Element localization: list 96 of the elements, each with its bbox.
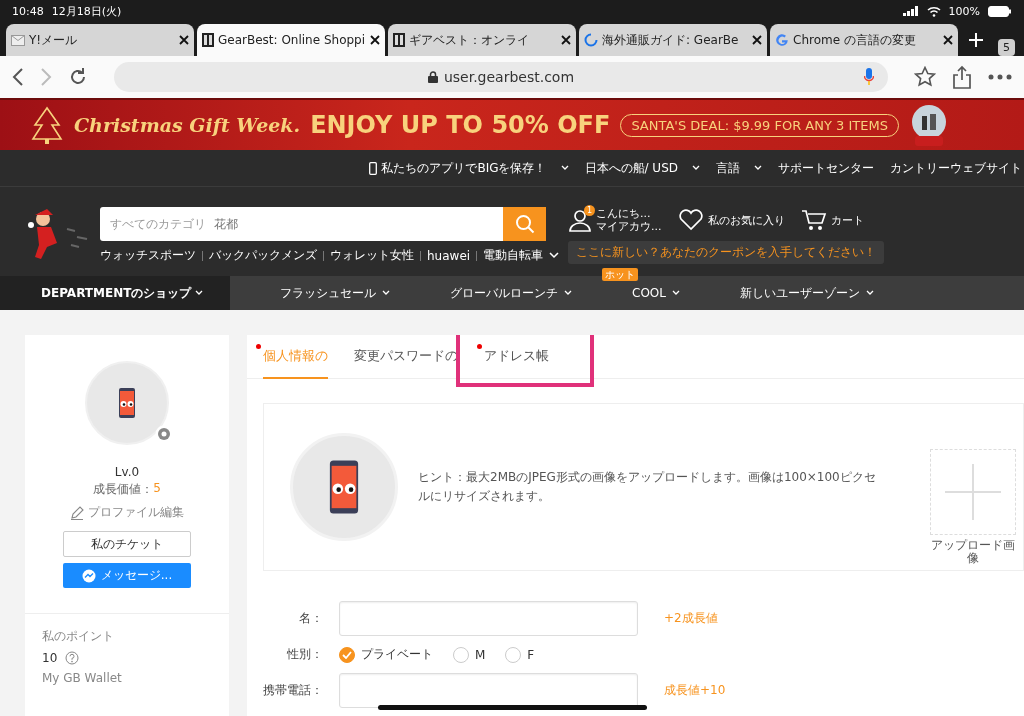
signal-icon — [902, 6, 919, 16]
back-icon[interactable] — [12, 67, 24, 87]
bonus-text: +2成長値 — [664, 610, 718, 627]
check-icon — [342, 650, 352, 659]
envelope-icon — [11, 34, 25, 46]
growth-value: 5 — [153, 481, 161, 497]
edit-profile-link[interactable]: プロファイル編集 — [70, 504, 184, 521]
coupon-link[interactable]: ここに新しい？あなたのクーポンを入手してください！ — [568, 241, 884, 264]
keyword-link[interactable]: 電動自転車 — [483, 247, 544, 264]
browser-tab[interactable]: Chrome の言語の変更 — [770, 24, 958, 56]
wishlist-link[interactable]: 私のお気に入り — [677, 209, 785, 231]
battery-icon — [988, 5, 1012, 17]
christmas-tree-icon — [30, 105, 64, 145]
address-url: user.gearbest.com — [443, 69, 575, 85]
heart-icon — [677, 209, 704, 231]
top-link[interactable]: カントリーウェブサイト — [890, 159, 1022, 177]
chevron-down-icon — [671, 290, 680, 296]
level-text: Lv.0 — [114, 465, 140, 479]
cart-icon — [800, 209, 827, 231]
account-label: マイアカウ... — [596, 220, 662, 233]
microphone-icon[interactable] — [864, 68, 874, 86]
upload-hint: ヒント：最大2MBのJPEG形式の画像をアップロードします。画像は100×100ピクセルにリサイズされます。 — [418, 469, 877, 505]
chevron-down-icon[interactable] — [549, 252, 560, 259]
close-icon[interactable] — [943, 35, 953, 45]
chevron-down-icon — [865, 290, 874, 296]
close-icon[interactable] — [179, 35, 189, 45]
more-icon[interactable] — [988, 74, 1012, 80]
banner-title: Christmas Gift Week. — [74, 114, 301, 136]
address-bar[interactable]: user.gearbest.com — [114, 62, 888, 92]
settings-icon[interactable] — [155, 425, 173, 443]
close-icon[interactable] — [561, 35, 571, 45]
site-favicon-icon — [393, 33, 405, 47]
radio-option[interactable]: M — [453, 646, 486, 663]
chevron-down-icon — [382, 290, 390, 296]
help-icon[interactable] — [65, 651, 80, 665]
radio-option[interactable]: プライベート — [339, 646, 433, 663]
tickets-button[interactable]: 私のチケット — [63, 531, 191, 557]
tab-count[interactable]: 5 — [998, 39, 1015, 56]
chevron-down-icon — [564, 290, 572, 296]
lock-icon — [427, 71, 438, 83]
browser-tab[interactable]: Y!メール — [6, 24, 194, 56]
plus-icon — [945, 464, 1001, 520]
wallet-label: My GB Wallet — [42, 671, 123, 685]
points-value: 10 — [42, 651, 58, 665]
user-icon — [568, 208, 592, 232]
nav-link[interactable]: 新しいユーザーゾーン — [739, 284, 874, 302]
field-label: 携帯電話： — [262, 682, 323, 699]
input-field[interactable] — [339, 673, 638, 708]
keyword-link[interactable]: バックパックメンズ — [209, 247, 317, 264]
google-g-icon — [775, 33, 789, 47]
wifi-icon — [926, 5, 941, 17]
share-icon[interactable] — [952, 65, 972, 89]
upload-label: アップロード画像 — [930, 539, 1016, 565]
radio-option[interactable]: F — [505, 646, 535, 663]
banner-headline: ENJOY UP TO 50% OFF — [310, 111, 611, 139]
loading-spinner-icon — [584, 33, 598, 47]
search-icon — [514, 214, 535, 234]
bonus-text: 成長値+10 — [664, 682, 726, 699]
top-link[interactable]: サポートセンター — [778, 159, 874, 177]
points-label: 私のポイント — [42, 628, 115, 645]
department-menu[interactable]: DEPARTMENTのショップ — [0, 276, 230, 310]
cart-link[interactable]: カート — [800, 209, 864, 231]
new-tab-plus-icon[interactable] — [968, 32, 984, 48]
field-label: 性別： — [286, 646, 323, 663]
status-time: 10:48 — [12, 4, 44, 18]
input-field[interactable] — [339, 601, 638, 636]
account-greeting: こんにち... — [596, 207, 652, 220]
star-icon[interactable] — [914, 66, 936, 88]
top-link[interactable]: 日本への船/ USD — [584, 159, 700, 177]
top-link[interactable]: 私たちのアプリでBIGを保存！ — [369, 159, 569, 177]
browser-tab[interactable]: 海外通販ガイド: GearBe — [579, 24, 767, 56]
nav-link[interactable]: フラッシュセール — [280, 284, 390, 302]
search-input[interactable]: 花都 — [210, 207, 503, 241]
keyword-link[interactable]: huawei — [427, 248, 471, 263]
top-link[interactable]: 言語 — [716, 159, 762, 177]
growth-label: 成長価値： — [93, 481, 154, 498]
account-link[interactable]: 1 こんにち... マイアカウ... — [568, 207, 662, 233]
keyword-link[interactable]: ウォレット女性 — [330, 247, 414, 264]
chevron-down-icon — [195, 290, 204, 296]
messenger-icon — [81, 568, 96, 583]
field-label: 名： — [298, 610, 323, 627]
pencil-icon — [70, 505, 84, 520]
keyword-link[interactable]: ウォッチスポーツ — [100, 247, 196, 264]
nav-link[interactable]: グローバルローンチ — [450, 284, 572, 302]
battery-percent: 100% — [948, 4, 980, 18]
notification-badge: 1 — [584, 205, 595, 216]
promo-banner[interactable]: Christmas Gift Week. ENJOY UP TO 50% OFF SANTA'S DEAL: $9.99 FOR ANY 3 ITEMS — [0, 98, 1024, 150]
status-date: 12月18日(火) — [51, 3, 122, 19]
close-icon[interactable] — [752, 35, 762, 45]
close-icon[interactable] — [370, 35, 380, 45]
browser-tab[interactable]: GearBest: Online Shoppi — [197, 24, 385, 56]
account-tab[interactable]: アドレス帳 — [484, 335, 549, 379]
browser-tab[interactable]: ギアベスト：オンライ — [388, 24, 576, 56]
nav-link[interactable]: COOL — [632, 284, 680, 302]
reload-icon[interactable] — [68, 67, 88, 87]
site-favicon-icon — [202, 33, 214, 47]
